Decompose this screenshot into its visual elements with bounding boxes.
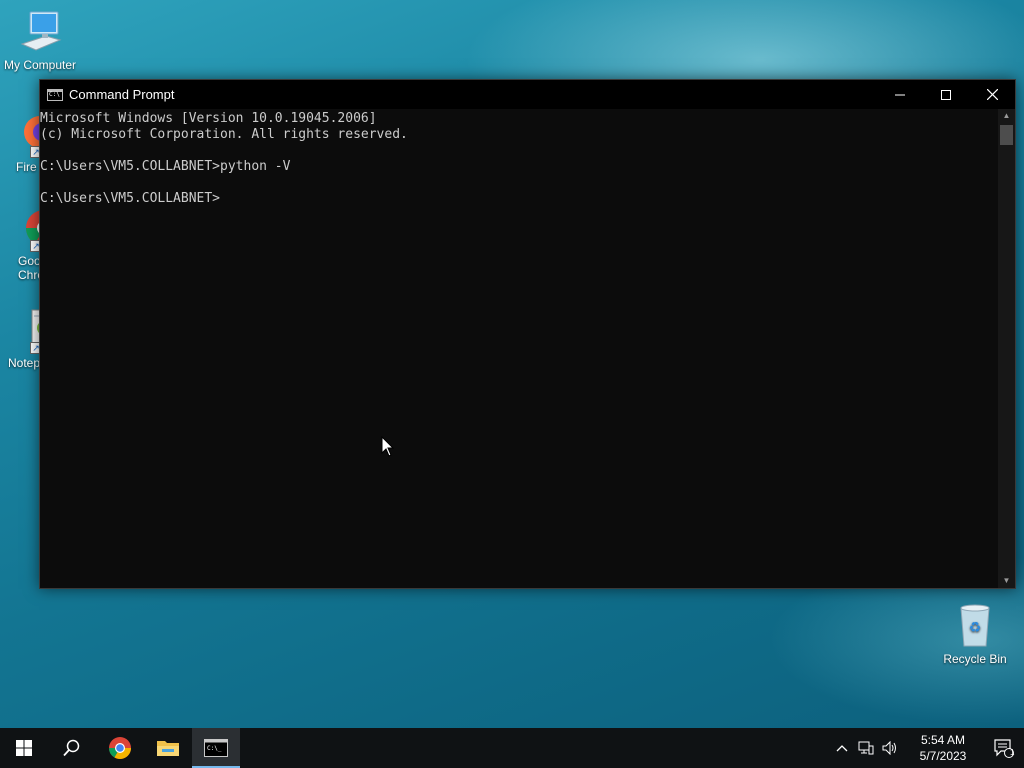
taskbar-clock[interactable]: 5:54 AM 5/7/2023 (908, 732, 978, 764)
taskbar-command-prompt[interactable]: C:\_ (192, 728, 240, 768)
maximize-button[interactable] (923, 80, 969, 109)
title-bar[interactable]: Command Prompt (40, 80, 1015, 109)
network-button[interactable] (854, 728, 878, 768)
taskbar-file-explorer[interactable] (144, 728, 192, 768)
desktop-icon-label: Recycle Bin (943, 652, 1007, 666)
console-output[interactable]: Microsoft Windows [Version 10.0.19045.20… (40, 109, 998, 588)
command-prompt-window[interactable]: Command Prompt Microsoft Windows [Versio… (39, 79, 1016, 589)
console-line: C:\Users\VM5.COLLABNET>python -V (40, 159, 291, 174)
close-button[interactable] (969, 80, 1015, 109)
search-button[interactable] (48, 728, 96, 768)
taskbar-chrome[interactable] (96, 728, 144, 768)
minimize-button[interactable] (877, 80, 923, 109)
clock-date: 5/7/2023 (919, 749, 967, 763)
scroll-up-icon[interactable]: ▲ (998, 109, 1015, 123)
console-prompt-line: C:\Users\VM5.COLLABNET> (40, 191, 221, 206)
window-title: Command Prompt (69, 87, 175, 102)
chrome-icon (109, 737, 131, 759)
scroll-down-icon[interactable]: ▼ (998, 574, 1015, 588)
clock-time: 5:54 AM (920, 733, 966, 747)
desktop-icon-recycle-bin[interactable]: ♻ Recycle Bin (935, 602, 1015, 666)
mouse-pointer-icon (381, 436, 395, 457)
minimize-icon (895, 94, 905, 95)
start-icon (16, 740, 32, 756)
close-icon (986, 89, 998, 100)
console-line: (c) Microsoft Corporation. All rights re… (40, 127, 408, 142)
maximize-icon (941, 89, 951, 100)
scrollbar-thumb[interactable] (1000, 125, 1013, 145)
cmd-icon (47, 88, 63, 101)
file-explorer-icon (157, 741, 179, 756)
volume-icon (882, 741, 896, 755)
taskbar: C:\_ 5:54 AM 5/7/2023 1 (0, 728, 1024, 768)
console-line: Microsoft Windows [Version 10.0.19045.20… (40, 111, 377, 126)
svg-text:C:\_: C:\_ (207, 745, 222, 752)
cmd-icon: C:\_ (204, 739, 228, 757)
action-center-button[interactable]: 1 (984, 728, 1024, 768)
vertical-scrollbar[interactable]: ▲ ▼ (998, 109, 1015, 588)
network-icon (858, 741, 874, 755)
search-icon (63, 739, 80, 757)
show-hidden-icons-button[interactable] (830, 728, 854, 768)
desktop-icon-label: My Computer (3, 58, 77, 72)
system-tray: 5:54 AM 5/7/2023 1 (830, 728, 1024, 768)
start-button[interactable] (0, 728, 48, 768)
chevron-up-icon (836, 745, 848, 752)
window-controls (877, 80, 1015, 109)
desktop-icon-my-computer[interactable]: My Computer (0, 8, 80, 72)
computer-icon (16, 8, 64, 56)
svg-text:♻: ♻ (969, 620, 982, 636)
notification-count-badge: 1 (1010, 748, 1015, 757)
recycle-bin-icon: ♻ (951, 602, 999, 650)
volume-button[interactable] (878, 728, 902, 768)
